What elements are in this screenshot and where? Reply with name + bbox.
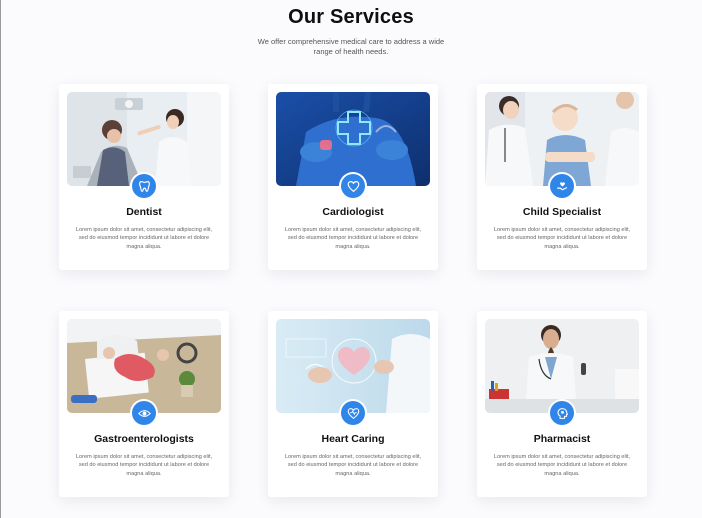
service-description: Lorem ipsum dolor sit amet, consectetur …: [75, 454, 213, 477]
service-card-heart-caring[interactable]: Heart Caring Lorem ipsum dolor sit amet,…: [268, 311, 438, 497]
service-title: Child Specialist: [522, 206, 602, 218]
service-title: Gastroenterologists: [94, 433, 194, 445]
service-image: [276, 92, 430, 186]
page-left-border: [0, 0, 1, 518]
heart-icon: [341, 174, 365, 198]
service-card-cardiologist[interactable]: Cardiologist Lorem ipsum dolor sit amet,…: [268, 84, 438, 270]
page-title: Our Services: [288, 6, 414, 28]
service-description: Lorem ipsum dolor sit amet, consectetur …: [493, 227, 631, 250]
page-subtitle: We offer comprehensive medical care to a…: [257, 37, 445, 56]
service-title: Cardiologist: [322, 206, 384, 218]
service-image: [67, 92, 221, 186]
service-description: Lorem ipsum dolor sit amet, consectetur …: [75, 227, 213, 250]
service-description: Lorem ipsum dolor sit amet, consectetur …: [284, 454, 422, 477]
eye-icon: [132, 401, 156, 425]
service-title: Dentist: [126, 206, 162, 218]
service-description: Lorem ipsum dolor sit amet, consectetur …: [284, 227, 422, 250]
service-image: [67, 319, 221, 413]
service-title: Pharmacist: [533, 433, 591, 445]
service-card-gastroenterologists[interactable]: Gastroenterologists Lorem ipsum dolor si…: [59, 311, 229, 497]
service-card-child-specialist[interactable]: Child Specialist Lorem ipsum dolor sit a…: [477, 84, 647, 270]
service-image: [485, 92, 639, 186]
service-card-pharmacist[interactable]: Pharmacist Lorem ipsum dolor sit amet, c…: [477, 311, 647, 497]
tooth-icon: [132, 174, 156, 198]
service-card-dentist[interactable]: Dentist Lorem ipsum dolor sit amet, cons…: [59, 84, 229, 270]
service-title: Heart Caring: [321, 433, 385, 445]
service-image: [276, 319, 430, 413]
service-description: Lorem ipsum dolor sit amet, consectetur …: [493, 454, 631, 477]
service-image: [485, 319, 639, 413]
head-brain-icon: [550, 401, 574, 425]
heart-pulse-icon: [341, 401, 365, 425]
care-hand-icon: [550, 174, 574, 198]
